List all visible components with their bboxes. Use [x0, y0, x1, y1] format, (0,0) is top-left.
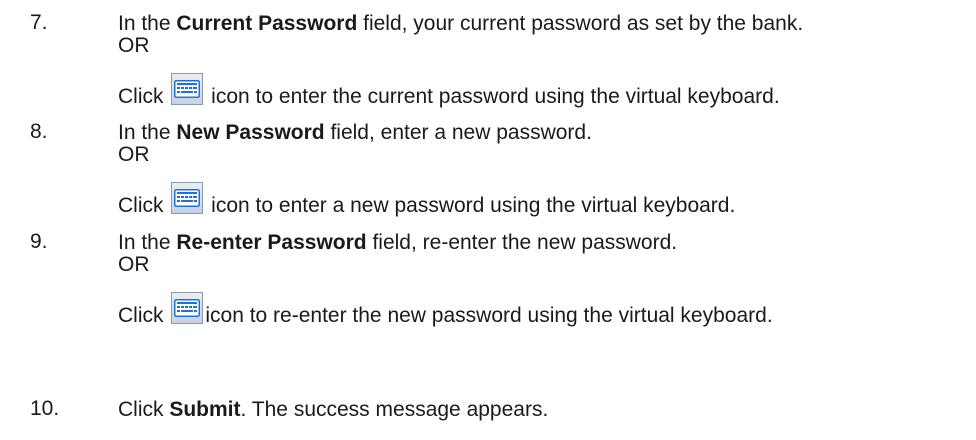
virtual-keyboard-icon[interactable]: [171, 182, 204, 214]
step-number: 7.: [30, 11, 48, 34]
click-text: Click: [118, 85, 170, 108]
click-text: icon to re-enter the new password using …: [205, 304, 773, 327]
click-text: Click: [118, 304, 170, 327]
click-instruction: Click icon to enter the current password…: [118, 73, 780, 110]
virtual-keyboard-icon[interactable]: [171, 292, 204, 324]
or-label: OR: [118, 143, 150, 166]
field-name: Current Password: [176, 12, 358, 35]
click-text: Click: [118, 194, 170, 217]
instruction-text: Click: [118, 398, 170, 421]
step-number: 9.: [30, 230, 48, 253]
instruction-text: field, your current password as set by t…: [357, 12, 804, 35]
instruction-text: field, re-enter the new password.: [366, 231, 678, 254]
step-instruction: In the New Password field, enter a new p…: [118, 120, 592, 146]
virtual-keyboard-icon[interactable]: [171, 73, 204, 105]
instruction-text: In the: [118, 12, 177, 35]
click-text: icon to enter a new password using the v…: [205, 194, 736, 217]
step-instruction: In the Current Password field, your curr…: [118, 11, 803, 37]
instruction-text: . The success message appears.: [240, 398, 549, 421]
step-number: 8.: [30, 120, 48, 143]
click-instruction: Click icon to enter a new password using…: [118, 182, 735, 219]
step-instruction: In the Re-enter Password field, re-enter…: [118, 230, 677, 256]
step-instruction: Click Submit. The success message appear…: [118, 397, 548, 423]
or-label: OR: [118, 34, 150, 57]
field-name: Re-enter Password: [176, 231, 367, 254]
submit-label: Submit: [169, 398, 241, 421]
step-number: 10.: [30, 397, 60, 420]
click-instruction: Click icon to re-enter the new password …: [118, 292, 773, 329]
or-label: OR: [118, 253, 150, 276]
field-name: New Password: [176, 121, 325, 144]
instruction-text: field, enter a new password.: [324, 121, 592, 144]
instruction-text: In the: [118, 121, 177, 144]
instruction-text: In the: [118, 231, 177, 254]
click-text: icon to enter the current password using…: [205, 85, 780, 108]
